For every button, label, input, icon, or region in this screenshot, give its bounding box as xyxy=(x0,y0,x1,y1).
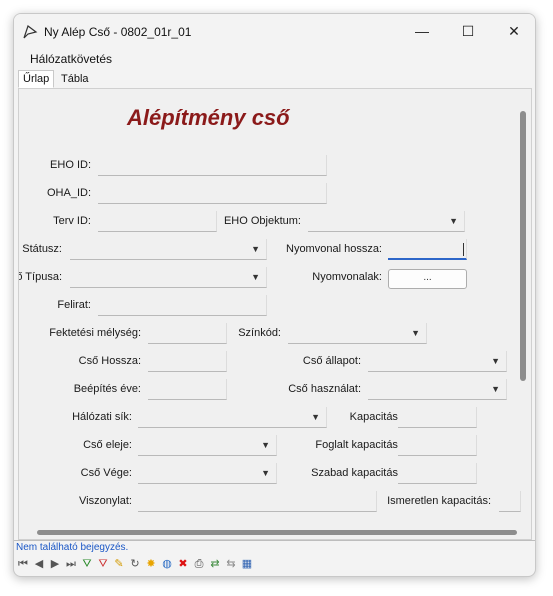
szinkod-combo[interactable]: ▼ xyxy=(288,323,427,344)
new-icon[interactable]: ✸ xyxy=(144,557,158,571)
nyomvonalak-button[interactable]: ... xyxy=(388,269,467,289)
filter-remove-icon[interactable]: ⛛ xyxy=(96,557,110,571)
maximize-button[interactable]: ☐ xyxy=(445,14,491,48)
minimize-icon: — xyxy=(415,23,429,39)
label-szabad-kapacitas: Szabad kapacitás: xyxy=(311,467,401,479)
chevron-down-icon: ▼ xyxy=(311,412,320,422)
label-nyomvonalak: Nyomvonalak: xyxy=(312,271,382,283)
nyomvonal-hossza-field[interactable] xyxy=(388,239,467,260)
app-window: Ny Alép Cső - 0802_01r_01 — ☐ ✕ Hálózatk… xyxy=(13,13,536,577)
form-panel: Alépítmény cső EHO ID: OHA_ID: Terv ID: … xyxy=(18,88,532,540)
fektetesi-melyseg-field[interactable] xyxy=(148,323,227,344)
next-record-icon[interactable]: ▶ xyxy=(48,557,62,571)
chevron-down-icon: ▼ xyxy=(251,244,260,254)
felirat-field[interactable] xyxy=(98,295,267,316)
window-title: Ny Alép Cső - 0802_01r_01 xyxy=(44,25,192,39)
close-icon: ✕ xyxy=(508,22,520,39)
label-cso-hossza: Cső Hossza: xyxy=(78,355,141,367)
print-icon[interactable]: ⎙ xyxy=(192,557,206,571)
globe-icon[interactable]: ◍ xyxy=(160,557,174,571)
form-title: Alépítmény cső xyxy=(127,105,290,130)
minimize-button[interactable]: — xyxy=(399,14,445,48)
maximize-icon: ☐ xyxy=(461,22,475,39)
cso-eleje-combo[interactable]: ▼ xyxy=(138,435,277,456)
label-kapacitas: Kapacitás: xyxy=(349,411,401,423)
chevron-down-icon: ▼ xyxy=(261,440,270,450)
divider xyxy=(14,540,535,541)
table-icon[interactable]: ▦ xyxy=(240,557,254,571)
cso-tipusa-combo[interactable]: ▼ xyxy=(70,267,267,288)
menu-halozatkovetes[interactable]: Hálózatkövetés xyxy=(30,52,112,66)
label-nyomvonal-hossza: Nyomvonal hossza: xyxy=(286,243,382,255)
chevron-down-icon: ▼ xyxy=(411,328,420,338)
refresh-icon[interactable]: ↻ xyxy=(128,557,142,571)
label-eho-objektum: EHO Objektum: xyxy=(223,215,301,227)
tab-tabla[interactable]: Tábla xyxy=(56,70,94,88)
tab-urlap[interactable]: Űrlap xyxy=(18,70,55,88)
edit-icon[interactable]: ✎ xyxy=(112,557,126,571)
eho-id-field[interactable] xyxy=(98,155,327,176)
kapacitas-field[interactable] xyxy=(398,407,477,428)
label-terv-id: Terv ID: xyxy=(53,215,91,227)
link-icon[interactable]: ⇄ xyxy=(208,557,222,571)
close-button[interactable]: ✕ xyxy=(491,14,535,48)
eho-objektum-combo[interactable]: ▼ xyxy=(308,211,465,232)
record-toolbar: ⏮ ◀ ▶ ⏭ ⛛ ⛛ ✎ ↻ ✸ ◍ ✖ ⎙ ⇄ ⇆ ▦ xyxy=(16,555,254,573)
filter-add-icon[interactable]: ⛛ xyxy=(80,557,94,571)
delete-icon[interactable]: ✖ xyxy=(176,557,190,571)
label-statusz: Státusz: xyxy=(22,243,62,255)
cso-hasznalat-combo[interactable]: ▼ xyxy=(368,379,507,400)
label-viszonylat: Viszonylat: xyxy=(79,495,132,507)
label-fektetesi-melyseg: Fektetési mélység: xyxy=(49,327,141,339)
horizontal-scrollbar[interactable] xyxy=(37,530,517,535)
text-caret xyxy=(463,243,464,256)
title-bar: Ny Alép Cső - 0802_01r_01 — ☐ ✕ xyxy=(14,14,535,48)
label-cso-allapot: Cső állapot: xyxy=(302,355,361,367)
label-cso-eleje: Cső eleje: xyxy=(83,439,132,451)
chevron-down-icon: ▼ xyxy=(491,384,500,394)
oha-id-field[interactable] xyxy=(98,183,327,204)
statusz-combo[interactable]: ▼ xyxy=(70,239,267,260)
szabad-kapacitas-field[interactable] xyxy=(398,463,477,484)
first-record-icon[interactable]: ⏮ xyxy=(16,557,30,571)
prev-record-icon[interactable]: ◀ xyxy=(32,557,46,571)
app-icon xyxy=(23,25,38,39)
vertical-scrollbar[interactable] xyxy=(520,111,526,381)
cso-vege-combo[interactable]: ▼ xyxy=(138,463,277,484)
foglalt-kapacitas-field[interactable] xyxy=(398,435,477,456)
cso-hossza-field[interactable] xyxy=(148,351,227,372)
halozati-sik-combo[interactable]: ▼ xyxy=(138,407,327,428)
beepites-eve-field[interactable] xyxy=(148,379,227,400)
label-eho-id: EHO ID: xyxy=(50,159,91,171)
tab-strip: Űrlap Tábla xyxy=(14,70,535,88)
label-cso-hasznalat: Cső használat: xyxy=(288,383,361,395)
label-cso-vege: Cső Vége: xyxy=(80,467,132,479)
chevron-down-icon: ▼ xyxy=(449,216,458,226)
label-beepites-eve: Beépítés éve: xyxy=(73,383,141,395)
chevron-down-icon: ▼ xyxy=(251,272,260,282)
label-szinkod: Színkód: xyxy=(238,327,281,339)
ismeretlen-kapacitas-field[interactable] xyxy=(499,491,521,512)
unlink-icon[interactable]: ⇆ xyxy=(224,557,238,571)
chevron-down-icon: ▼ xyxy=(261,468,270,478)
label-oha-id: OHA_ID: xyxy=(46,187,91,199)
terv-id-field[interactable] xyxy=(98,211,217,232)
status-text: Nem található bejegyzés. xyxy=(16,542,129,553)
chevron-down-icon: ▼ xyxy=(491,356,500,366)
viszonylat-field[interactable] xyxy=(138,491,377,512)
label-cso-tipusa: Cső Típusa: xyxy=(19,271,62,283)
last-record-icon[interactable]: ⏭ xyxy=(64,557,78,571)
label-foglalt-kapacitas: Foglalt kapacitás: xyxy=(315,439,401,451)
cso-allapot-combo[interactable]: ▼ xyxy=(368,351,507,372)
label-felirat: Felirat: xyxy=(57,299,91,311)
label-ismeretlen-kapacitas: Ismeretlen kapacitás: xyxy=(387,495,491,507)
label-halozati-sik: Hálózati sík: xyxy=(72,411,132,423)
